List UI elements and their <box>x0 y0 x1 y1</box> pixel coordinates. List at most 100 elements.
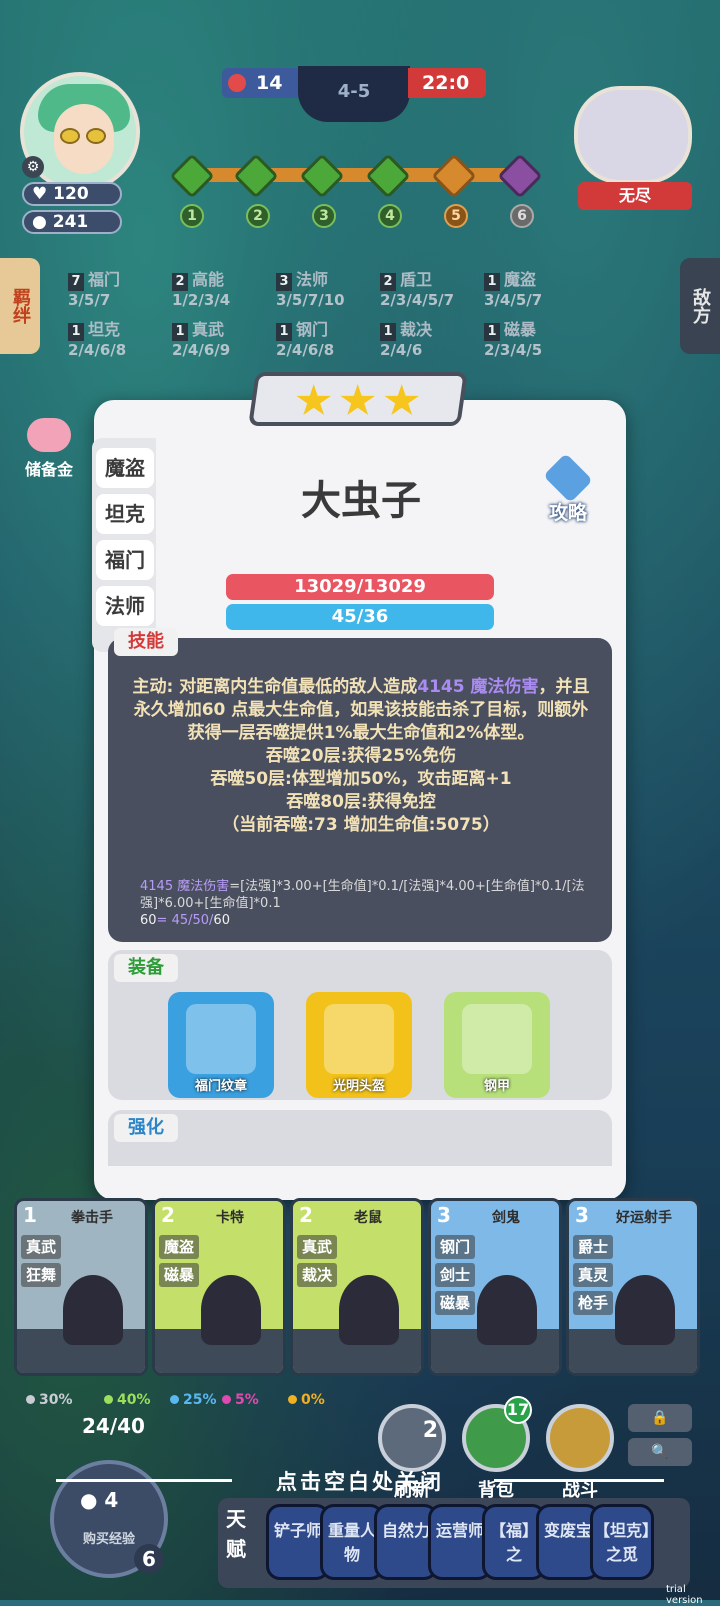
synergy-name: 盾卫 <box>400 270 433 289</box>
heart-icon <box>228 74 246 92</box>
card-trait: 魔盗 <box>159 1235 199 1259</box>
synergy-count: 1 <box>68 323 84 341</box>
synergy-name: 真武 <box>192 320 225 339</box>
unit-figure <box>63 1275 123 1345</box>
shop-card[interactable]: 3 剑鬼 钢门 剑士 磁暴 <box>428 1198 562 1376</box>
card-name: 剑鬼 <box>492 1210 520 1226</box>
shop-card[interactable]: 2 老鼠 真武 裁决 <box>290 1198 424 1376</box>
synergy-levels: 3/5/7 <box>68 291 111 309</box>
battle-button[interactable]: 战斗 <box>546 1404 614 1501</box>
tier-odds: 40% <box>104 1392 151 1408</box>
bag-count-badge: 17 <box>504 1396 532 1424</box>
synergy-item[interactable]: 1 魔盗 3/4/5/7 <box>484 266 594 309</box>
unit-figure <box>339 1275 399 1345</box>
trial-version-label: trial version <box>666 1584 703 1606</box>
tier-odds: 0% <box>288 1392 325 1408</box>
piggy-bank-icon <box>27 418 71 452</box>
shop-card[interactable]: 1 拳击手 真武狂舞 <box>14 1198 148 1376</box>
synergy-item[interactable]: 2 高能 1/2/3/4 <box>172 266 282 309</box>
synergy-name: 裁决 <box>400 320 433 339</box>
star-icon <box>340 384 376 418</box>
synergy-count: 3 <box>276 273 292 291</box>
trait-tag[interactable]: 坦克 <box>96 494 154 534</box>
synergy-levels: 1/2/3/4 <box>172 291 231 309</box>
equipment-slot[interactable]: 光明头盔 <box>306 992 412 1098</box>
synergy-item[interactable]: 2 盾卫 2/3/4/5/7 <box>380 266 490 309</box>
equipment-slot[interactable]: 福门纹章 <box>168 992 274 1098</box>
synergy-item[interactable]: 1 坦克 2/4/6/8 <box>68 316 178 359</box>
enhance-section-title: 强化 <box>114 1114 178 1142</box>
settings-gear-icon[interactable]: ⚙ <box>22 156 44 178</box>
player-gold-pill: ● 241 <box>22 210 122 234</box>
star-icon <box>296 384 332 418</box>
trait-tag[interactable]: 魔盗 <box>96 448 154 488</box>
synergy-levels: 2/4/6 <box>380 341 423 359</box>
synergy-item[interactable]: 3 法师 3/5/7/10 <box>276 266 386 309</box>
enemy-avatar[interactable] <box>574 86 692 184</box>
equipment-name: 光明头盔 <box>332 1079 385 1094</box>
enemy-name: 无尽 <box>578 182 692 210</box>
synergy-levels: 2/4/6/8 <box>68 341 127 359</box>
lock-shop-button[interactable]: 🔒 <box>628 1404 692 1432</box>
synergy-count: 1 <box>276 323 292 341</box>
trait-tag[interactable]: 法师 <box>96 586 154 626</box>
graduation-cap-icon <box>543 453 593 503</box>
synergy-item[interactable]: 1 钢门 2/4/6/8 <box>276 316 386 359</box>
synergy-count: 1 <box>380 323 396 341</box>
equipment-icon <box>186 1004 256 1074</box>
synergy-item[interactable]: 1 磁暴 2/3/4/5 <box>484 316 594 359</box>
synergy-levels: 3/4/5/7 <box>484 291 543 309</box>
card-name: 好运射手 <box>616 1210 672 1226</box>
talent-label: 天赋 <box>226 1507 246 1561</box>
synergy-levels: 2/4/6/9 <box>172 341 231 359</box>
synergy-count: 1 <box>484 273 500 291</box>
equipment-slot[interactable]: 钢甲 <box>444 992 550 1098</box>
synergy-tab[interactable]: 羁绊 <box>0 258 40 354</box>
stage-label: 2 <box>246 204 270 228</box>
tier-odds: 5% <box>222 1392 259 1408</box>
card-trait: 裁决 <box>297 1263 337 1287</box>
refresh-button[interactable]: 2 刷新 <box>378 1404 446 1501</box>
reserve-gold-button[interactable]: 储备金 <box>14 418 84 480</box>
health-bar: 13029/13029 <box>226 574 494 600</box>
synergy-name: 坦克 <box>88 320 121 339</box>
shop-card[interactable]: 3 好运射手 爵士 真灵 枪手 <box>566 1198 700 1376</box>
synergy-levels: 2/3/4/5/7 <box>380 291 455 309</box>
player-hp-pill: ♥ 120 <box>22 182 122 206</box>
search-button[interactable]: 🔍 <box>628 1438 692 1466</box>
synergy-name: 高能 <box>192 270 225 289</box>
equipment-name: 福门纹章 <box>194 1079 247 1094</box>
close-hint[interactable]: 点击空白处关闭 <box>0 1466 720 1496</box>
trait-tag[interactable]: 福门 <box>96 540 154 580</box>
synergy-name: 法师 <box>296 270 329 289</box>
card-trait: 钢门 <box>435 1235 475 1259</box>
synergy-levels: 3/5/7/10 <box>276 291 345 309</box>
card-cost: 3 <box>575 1203 589 1227</box>
shop-card[interactable]: 2 卡特 魔盗 磁暴 <box>152 1198 286 1376</box>
synergy-item[interactable]: 7 福门 3/5/7 <box>68 266 178 309</box>
synergy-levels: 2/4/6/8 <box>276 341 335 359</box>
synergy-item[interactable]: 1 裁决 2/4/6 <box>380 316 490 359</box>
guide-button[interactable]: 攻略 <box>530 453 606 530</box>
card-name: 拳击手 <box>71 1210 113 1226</box>
card-trait: 爵士 <box>573 1235 613 1259</box>
tier-odds: 30% <box>26 1392 73 1408</box>
card-trait: 真武 <box>21 1235 61 1259</box>
synergy-item[interactable]: 1 真武 2/4/6/9 <box>172 316 282 359</box>
card-trait: 磁暴 <box>435 1291 475 1315</box>
card-cost: 1 <box>23 1203 37 1227</box>
talent-card[interactable]: 【坦克】之觅 <box>590 1504 654 1580</box>
card-name: 卡特 <box>216 1210 244 1226</box>
unit-figure <box>615 1275 675 1345</box>
synergy-name: 福门 <box>88 270 121 289</box>
card-trait: 真武 <box>297 1235 337 1259</box>
enemy-tab[interactable]: 敌方 <box>680 258 720 354</box>
player-level: 6 <box>134 1544 164 1574</box>
card-trait: 狂舞 <box>21 1263 61 1287</box>
skill-description: 主动: 对距离内生命值最低的敌人造成4145 魔法伤害，并且永久增加60 点最大… <box>132 677 590 835</box>
synergy-count: 2 <box>172 273 188 291</box>
synergy-count: 1 <box>172 323 188 341</box>
card-cost: 2 <box>161 1203 175 1227</box>
equipment-icon <box>462 1004 532 1074</box>
synergy-count: 1 <box>484 323 500 341</box>
